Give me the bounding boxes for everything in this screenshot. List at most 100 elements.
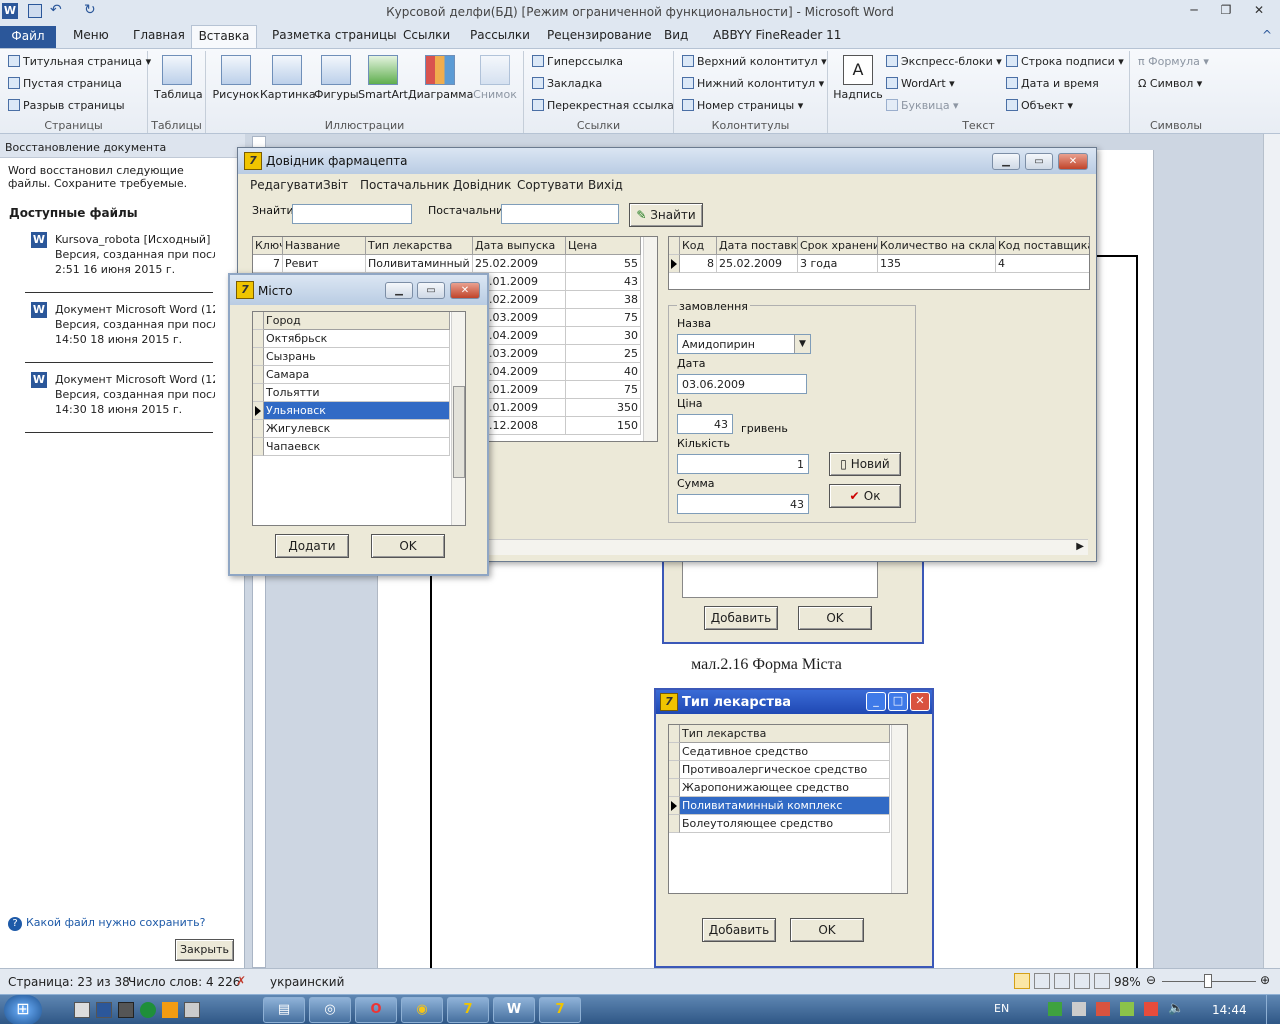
city-row[interactable]: Сызрань <box>264 348 450 366</box>
city-ok-button[interactable]: OK <box>371 534 445 558</box>
cover-page-button[interactable]: Титульная страница ▾ <box>8 55 151 68</box>
clipart-button[interactable]: Картинка <box>260 55 316 101</box>
quicklaunch-icon[interactable] <box>74 1002 90 1018</box>
grid-cell[interactable]: 25.02.2009 <box>473 255 566 273</box>
city-row[interactable]: Ульяновск <box>264 402 450 420</box>
taskbar-delphi[interactable]: 7 <box>447 997 489 1023</box>
tray-icon[interactable] <box>1072 1002 1086 1016</box>
col-date[interactable]: Дата выпуска <box>473 237 566 255</box>
grid-cell[interactable]: 8 <box>680 255 717 273</box>
signature-line-button[interactable]: Строка подписи ▾ <box>1006 55 1124 68</box>
menu-sort[interactable]: Сортувати <box>517 178 584 192</box>
footer-button[interactable]: Нижний колонтитул ▾ <box>682 77 824 90</box>
reading-layout-icon[interactable] <box>1034 973 1050 989</box>
document-scrollbar[interactable] <box>1263 134 1280 968</box>
close-icon[interactable]: ✕ <box>1248 3 1270 19</box>
quicklaunch-icon[interactable] <box>184 1002 200 1018</box>
tray-icon[interactable] <box>1144 1002 1158 1016</box>
new-button[interactable]: ▯ Новий <box>829 452 901 476</box>
word-count[interactable]: Число слов: 4 226 <box>128 975 240 989</box>
language-indicator[interactable]: украинский <box>270 975 344 989</box>
symbol-button[interactable]: Ω Символ ▾ <box>1138 77 1202 90</box>
taskbar-opera[interactable]: O <box>355 997 397 1023</box>
grid-cell[interactable]: 40 <box>566 363 641 381</box>
screenshot-button[interactable]: Снимок <box>472 55 518 101</box>
bookmark-button[interactable]: Закладка <box>532 77 602 90</box>
shapes-button[interactable]: Фигуры <box>314 55 359 101</box>
quicklaunch-icon[interactable] <box>140 1002 156 1018</box>
col-code[interactable]: Код <box>680 237 717 255</box>
taskbar-word[interactable]: W <box>493 997 535 1023</box>
horizontal-scrollbar[interactable]: ▶ <box>486 539 1088 555</box>
close-icon[interactable]: ✕ <box>1058 153 1088 170</box>
quicklaunch-icon[interactable] <box>96 1002 112 1018</box>
tab-file[interactable]: Файл <box>0 26 56 48</box>
recovery-file-item[interactable]: W Документ Microsoft Word (12) ... Верси… <box>0 296 230 366</box>
recovery-file-item[interactable]: W Kursova_robota [Исходный] Версия, созд… <box>0 226 230 296</box>
maximize-icon[interactable]: ▭ <box>417 282 445 299</box>
cross-reference-button[interactable]: Перекрестная ссылка <box>532 99 674 112</box>
city-row[interactable]: Октябрьск <box>264 330 450 348</box>
page-indicator[interactable]: Страница: 23 из 38 <box>8 975 130 989</box>
grid-cell[interactable]: 30 <box>566 327 641 345</box>
city-row[interactable]: Жигулевск <box>264 420 450 438</box>
col-key[interactable]: Ключ <box>253 237 283 255</box>
tab-insert[interactable]: Вставка <box>191 25 257 49</box>
clock[interactable]: 14:44 <box>1212 1003 1247 1017</box>
grid-cell[interactable]: 25.02.2009 <box>717 255 798 273</box>
price-input[interactable]: 43 <box>677 414 733 434</box>
col-supply-date[interactable]: Дата поставки <box>717 237 798 255</box>
table-button[interactable]: Таблица <box>154 55 203 101</box>
sum-input[interactable]: 43 <box>677 494 809 514</box>
grid-cell[interactable]: Поливитаминный ко <box>366 255 473 273</box>
zoom-in-icon[interactable]: ⊕ <box>1260 973 1270 987</box>
show-desktop-button[interactable] <box>1266 995 1280 1024</box>
quick-parts-button[interactable]: Экспресс-блоки ▾ <box>886 55 1002 68</box>
grid-cell[interactable]: 75 <box>566 381 641 399</box>
tab-abbyy[interactable]: ABBYY FineReader 11 <box>713 28 841 46</box>
grid-cell[interactable]: 75 <box>566 309 641 327</box>
wordart-button[interactable]: WordArt ▾ <box>886 77 955 90</box>
menu-supplier[interactable]: Постачальник <box>360 178 449 192</box>
tray-icon[interactable] <box>1096 1002 1110 1016</box>
grid-cell[interactable]: 43 <box>566 273 641 291</box>
tab-mailings[interactable]: Рассылки <box>470 28 530 46</box>
smartart-button[interactable]: SmartArt <box>358 55 408 101</box>
city-row[interactable]: Тольятти <box>264 384 450 402</box>
minimize-icon[interactable]: ─ <box>1183 3 1205 19</box>
keyboard-language[interactable]: EN <box>994 1002 1009 1015</box>
spelling-icon[interactable]: ✗ <box>236 974 246 988</box>
quicklaunch-icon[interactable] <box>162 1002 178 1018</box>
taskbar-explorer[interactable]: ▤ <box>263 997 305 1023</box>
recovery-file-item[interactable]: W Документ Microsoft Word (12) ... Верси… <box>0 366 230 436</box>
grid-cell[interactable]: 150 <box>566 417 641 435</box>
dropcap-button[interactable]: Буквица ▾ <box>886 99 959 112</box>
menu-report[interactable]: Звіт <box>323 178 348 192</box>
col-price[interactable]: Цена <box>566 237 641 255</box>
equation-button[interactable]: π Формула ▾ <box>1138 55 1209 68</box>
grid-cell[interactable]: 25 <box>566 345 641 363</box>
hyperlink-button[interactable]: Гиперссылка <box>532 55 623 68</box>
taskbar-chrome[interactable]: ◉ <box>401 997 443 1023</box>
date-input[interactable]: 03.06.2009 <box>677 374 807 394</box>
menu-exit[interactable]: Вихід <box>588 178 623 192</box>
taskbar-delphi-app[interactable]: 7 <box>539 997 581 1023</box>
web-layout-icon[interactable] <box>1054 973 1070 989</box>
scroll-thumb[interactable] <box>453 386 465 478</box>
col-stock[interactable]: Количество на складе <box>878 237 996 255</box>
menu-edit[interactable]: Редагувати <box>250 178 323 192</box>
restore-icon[interactable]: ❐ <box>1215 3 1237 19</box>
grid-cell[interactable]: Ревит <box>283 255 366 273</box>
supplier-input[interactable] <box>501 204 619 224</box>
outline-icon[interactable] <box>1074 973 1090 989</box>
grid-cell[interactable]: 55 <box>566 255 641 273</box>
taskbar-app[interactable]: ◎ <box>309 997 351 1023</box>
close-icon[interactable]: ✕ <box>450 282 480 299</box>
city-add-button[interactable]: Додати <box>275 534 349 558</box>
picture-button[interactable]: Рисунок <box>212 55 260 101</box>
textbox-button[interactable]: A Надпись <box>832 55 884 101</box>
object-button[interactable]: Объект ▾ <box>1006 99 1073 112</box>
city-grid[interactable]: Город Октябрьск Сызрань Самара Тольятти Улья… <box>252 311 466 526</box>
grid-cell[interactable]: 135 <box>878 255 996 273</box>
grid-cell[interactable]: 350 <box>566 399 641 417</box>
